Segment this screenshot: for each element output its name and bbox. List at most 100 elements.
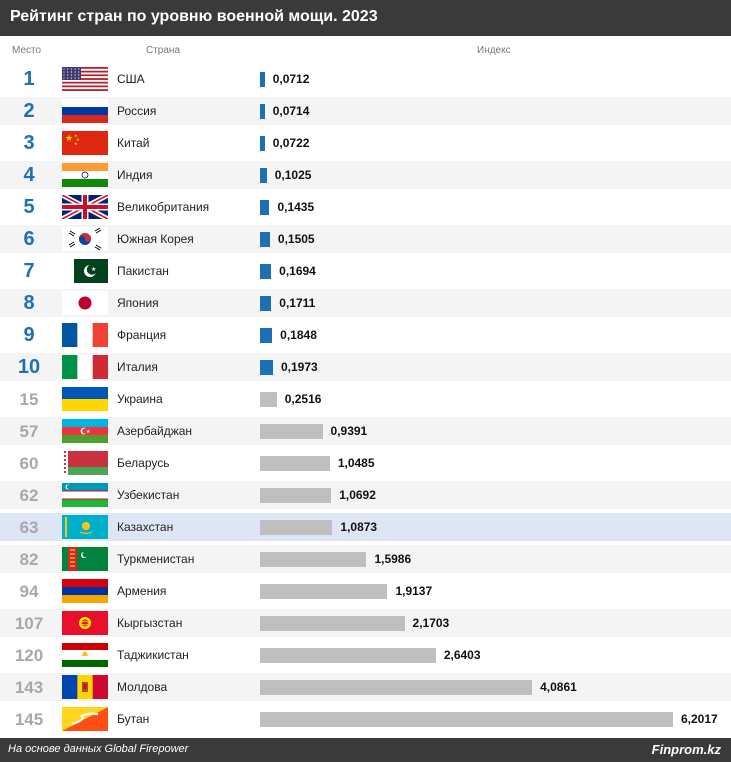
country-label: Таджикистан — [117, 648, 189, 662]
chart-row: 143 Молдова 4,0861 — [0, 673, 731, 701]
index-bar — [260, 392, 277, 407]
rank-label: 57 — [19, 422, 39, 441]
rank-label: 145 — [14, 710, 44, 729]
index-bar — [260, 328, 273, 343]
france-flag — [62, 323, 108, 347]
value-label: 0,1025 — [274, 168, 312, 182]
index-bar — [260, 680, 533, 695]
value-label: 0,1973 — [281, 360, 318, 374]
value-label: 0,9391 — [330, 424, 368, 438]
value-label: 1,0485 — [337, 456, 375, 470]
tajikistan-flag — [62, 643, 108, 667]
index-bar — [260, 712, 673, 727]
rank-label: 4 — [23, 164, 35, 186]
index-bar — [260, 136, 265, 151]
chart-row: 10 Италия 0,1973 — [0, 353, 731, 381]
moldova-flag — [62, 675, 108, 699]
country-label: Казахстан — [117, 520, 174, 534]
index-bar — [260, 104, 265, 119]
italy-flag — [62, 355, 108, 379]
index-bar — [260, 232, 270, 247]
chart-row: 120 Таджикистан 2,6403 — [0, 641, 731, 669]
chart-row: 3 ★ ★ ★ ★ Китай 0,0722 — [0, 129, 731, 157]
rank-label: 3 — [23, 132, 35, 154]
source-note: На основе данных Global Firepower — [8, 743, 189, 755]
rank-label: 7 — [23, 260, 35, 282]
value-label: 1,0873 — [340, 520, 378, 534]
uk-flag — [62, 195, 108, 219]
index-bar — [260, 200, 270, 215]
bhutan-flag — [62, 707, 108, 731]
index-bar — [260, 488, 332, 503]
chart-row: 94 Армения 1,9137 — [0, 577, 731, 605]
chart-row: 1 США 0,0712 — [0, 65, 731, 93]
kyrgyzstan-flag — [62, 611, 108, 635]
chart-row: 82 Туркменистан 1,5986 — [0, 545, 731, 573]
chart-row: 15 Украина 0,2516 — [0, 385, 731, 413]
value-label: 2,6403 — [443, 648, 481, 662]
rank-label: 8 — [23, 292, 35, 314]
chart-row: 145 Бутан 6,2017 — [0, 705, 731, 733]
rank-label: 143 — [14, 678, 44, 697]
index-bar — [260, 72, 265, 87]
rank-label: 60 — [19, 454, 39, 473]
value-label: 4,0861 — [540, 680, 577, 694]
azerbaijan-flag: ★ — [62, 419, 108, 443]
rank-label: 2 — [23, 100, 35, 122]
column-header-index: Индекс — [477, 45, 511, 56]
index-bar — [260, 168, 267, 183]
armenia-flag — [62, 579, 108, 603]
svg-text:★: ★ — [65, 133, 73, 143]
index-bar — [260, 456, 330, 471]
index-bar — [260, 648, 436, 663]
country-label: Бутан — [117, 712, 150, 726]
kazakhstan-flag — [62, 515, 108, 539]
rank-label: 62 — [19, 486, 39, 505]
country-label: Кыргызстан — [117, 616, 183, 630]
country-label: Армения — [117, 584, 167, 598]
value-label: 1,5986 — [374, 552, 412, 566]
rank-label: 107 — [14, 614, 44, 633]
south-korea-flag — [62, 227, 108, 251]
chart-row: 5 Великобритания 0,1435 — [0, 193, 731, 221]
country-label: Китай — [117, 136, 150, 150]
country-label: Италия — [117, 360, 158, 374]
rank-label: 15 — [19, 390, 39, 409]
pakistan-flag: ★ — [62, 259, 108, 283]
brand-label: Finprom.kz — [651, 742, 721, 757]
country-label: Франция — [117, 328, 167, 342]
value-label: 0,1694 — [279, 264, 316, 278]
svg-text:★: ★ — [86, 429, 91, 435]
usa-flag — [62, 67, 108, 91]
rank-label: 120 — [14, 646, 44, 665]
chart-row: 9 Франция 0,1848 — [0, 321, 731, 349]
turkmenistan-flag — [62, 547, 108, 571]
index-bar — [260, 424, 323, 439]
country-label: Туркменистан — [117, 552, 195, 566]
china-flag: ★ ★ ★ ★ — [62, 131, 108, 155]
chart-row: 6 Южная Корея 0,1505 — [0, 225, 731, 253]
country-label: Южная Корея — [117, 232, 194, 246]
chart-row: 7 ★ Пакистан 0,1694 — [0, 257, 731, 285]
index-bar — [260, 552, 367, 567]
india-flag — [62, 163, 108, 187]
value-label: 2,1703 — [412, 616, 450, 630]
country-label: Украина — [117, 392, 163, 406]
rank-label: 94 — [19, 582, 39, 601]
japan-flag — [62, 291, 108, 315]
russia-flag — [62, 99, 108, 123]
country-label: Молдова — [117, 680, 168, 694]
value-label: 0,1848 — [280, 328, 317, 342]
chart-row: 4 Индия 0,1025 — [0, 161, 731, 189]
country-label: Япония — [117, 296, 159, 310]
value-label: 0,1435 — [277, 200, 315, 214]
index-bar — [260, 584, 388, 599]
country-label: США — [117, 72, 145, 86]
value-label: 1,0692 — [339, 488, 376, 502]
svg-text:★: ★ — [74, 141, 78, 146]
country-label: Беларусь — [117, 456, 170, 470]
chart-row: 63 Казахстан 1,0873 — [0, 513, 731, 541]
value-label: 0,2516 — [284, 392, 322, 406]
column-header-country: Страна — [146, 45, 181, 56]
belarus-flag — [62, 451, 108, 475]
